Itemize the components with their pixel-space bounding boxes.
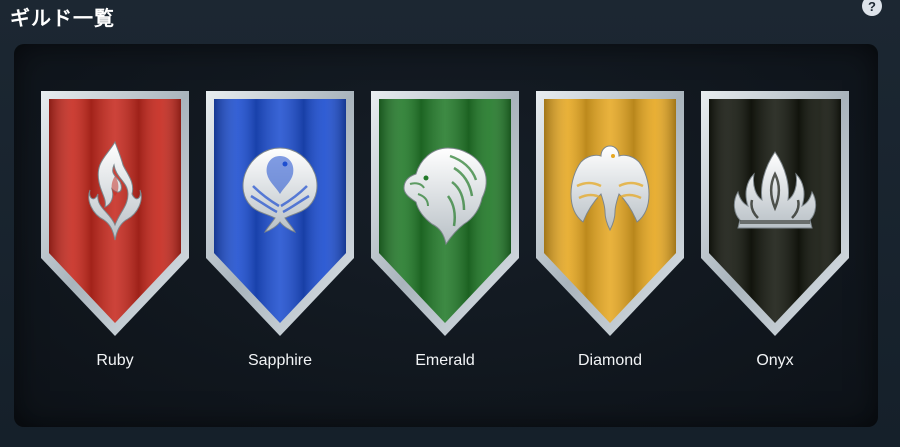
guild-banner — [206, 91, 354, 336]
guild-name: Diamond — [577, 352, 643, 369]
guild-card-sapphire[interactable]: Sapphire — [205, 90, 355, 430]
guild-card-onyx[interactable]: Onyx — [700, 90, 850, 430]
guild-card-ruby[interactable]: Ruby — [40, 90, 190, 430]
guild-name: Onyx — [756, 352, 794, 369]
guild-banner — [371, 91, 519, 336]
guild-banner — [536, 91, 684, 336]
guild-banner — [701, 91, 849, 336]
page-title: ギルド一覧 — [10, 6, 115, 30]
guild-list-panel: Ruby Sapphire Emerald Diamond Onyx — [14, 44, 878, 427]
help-icon[interactable]: ? — [862, 0, 882, 16]
guild-name: Ruby — [96, 352, 134, 369]
guild-card-emerald[interactable]: Emerald — [370, 90, 520, 430]
guild-banner — [41, 91, 189, 336]
guild-card-diamond[interactable]: Diamond — [535, 90, 685, 430]
guild-name: Emerald — [415, 352, 475, 369]
guild-name: Sapphire — [247, 352, 313, 369]
